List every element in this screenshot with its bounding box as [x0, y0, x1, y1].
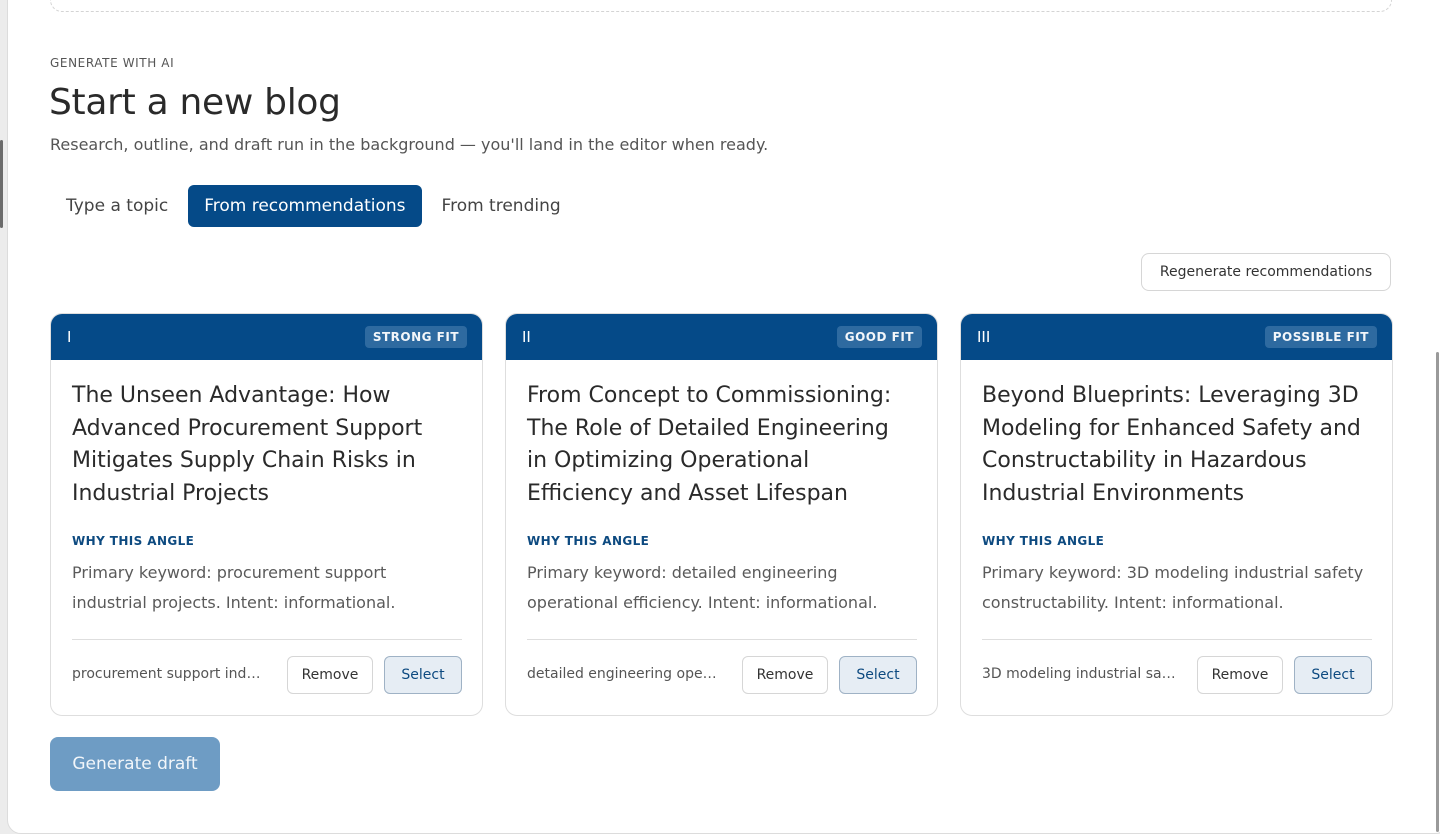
keyword-text: 3D modeling industrial safety constructa… — [982, 666, 1177, 682]
remove-button[interactable]: Remove — [1197, 656, 1283, 694]
why-angle-label: WHY THIS ANGLE — [72, 534, 195, 548]
why-angle-label: WHY THIS ANGLE — [982, 534, 1105, 548]
card-header: I STRONG FIT — [51, 314, 482, 360]
tab-type-a-topic[interactable]: Type a topic — [50, 185, 184, 227]
card-header: III POSSIBLE FIT — [961, 314, 1392, 360]
card-divider — [527, 639, 917, 640]
select-button[interactable]: Select — [384, 656, 462, 694]
section-eyebrow: GENERATE WITH AI — [50, 56, 175, 70]
fit-badge: GOOD FIT — [836, 326, 922, 348]
page-subtitle: Research, outline, and draft run in the … — [50, 135, 769, 154]
why-angle-label: WHY THIS ANGLE — [527, 534, 650, 548]
keyword-text: procurement support industrial projects — [72, 666, 267, 682]
generate-draft-button[interactable]: Generate draft — [50, 737, 220, 791]
regenerate-recommendations-button[interactable]: Regenerate recommendations — [1141, 253, 1391, 291]
tab-from-trending[interactable]: From trending — [426, 185, 577, 227]
card-title: From Concept to Commissioning: The Role … — [527, 383, 892, 506]
why-angle-text: Primary keyword: detailed engineering op… — [527, 563, 878, 612]
card-divider — [72, 639, 462, 640]
recommendation-cards: I STRONG FIT The Unseen Advantage: How A… — [50, 313, 1393, 716]
keyword-text: detailed engineering operational efficie… — [527, 666, 722, 682]
window-edge-scrollbar[interactable] — [0, 140, 3, 228]
source-tabs: Type a topic From recommendations From t… — [50, 185, 577, 227]
fit-badge: STRONG FIT — [364, 326, 467, 348]
why-angle-text: Primary keyword: procurement support ind… — [72, 563, 396, 612]
card-numeral: II — [522, 328, 531, 346]
upload-dropzone[interactable] — [50, 0, 1392, 12]
select-button[interactable]: Select — [839, 656, 917, 694]
recommendation-card-3: III POSSIBLE FIT Beyond Blueprints: Leve… — [960, 313, 1393, 716]
card-divider — [982, 639, 1372, 640]
tab-from-recommendations[interactable]: From recommendations — [188, 185, 422, 227]
card-numeral: I — [67, 328, 72, 346]
why-angle-text: Primary keyword: 3D modeling industrial … — [982, 563, 1364, 612]
recommendation-card-1: I STRONG FIT The Unseen Advantage: How A… — [50, 313, 483, 716]
select-button[interactable]: Select — [1294, 656, 1372, 694]
fit-badge: POSSIBLE FIT — [1264, 326, 1377, 348]
page-title: Start a new blog — [49, 82, 341, 123]
panel-scrollbar[interactable] — [1436, 352, 1439, 832]
recommendation-card-2: II GOOD FIT From Concept to Commissionin… — [505, 313, 938, 716]
remove-button[interactable]: Remove — [287, 656, 373, 694]
card-header: II GOOD FIT — [506, 314, 937, 360]
card-title: Beyond Blueprints: Leveraging 3D Modelin… — [982, 383, 1361, 506]
remove-button[interactable]: Remove — [742, 656, 828, 694]
card-numeral: III — [977, 328, 991, 346]
card-title: The Unseen Advantage: How Advanced Procu… — [72, 383, 423, 506]
